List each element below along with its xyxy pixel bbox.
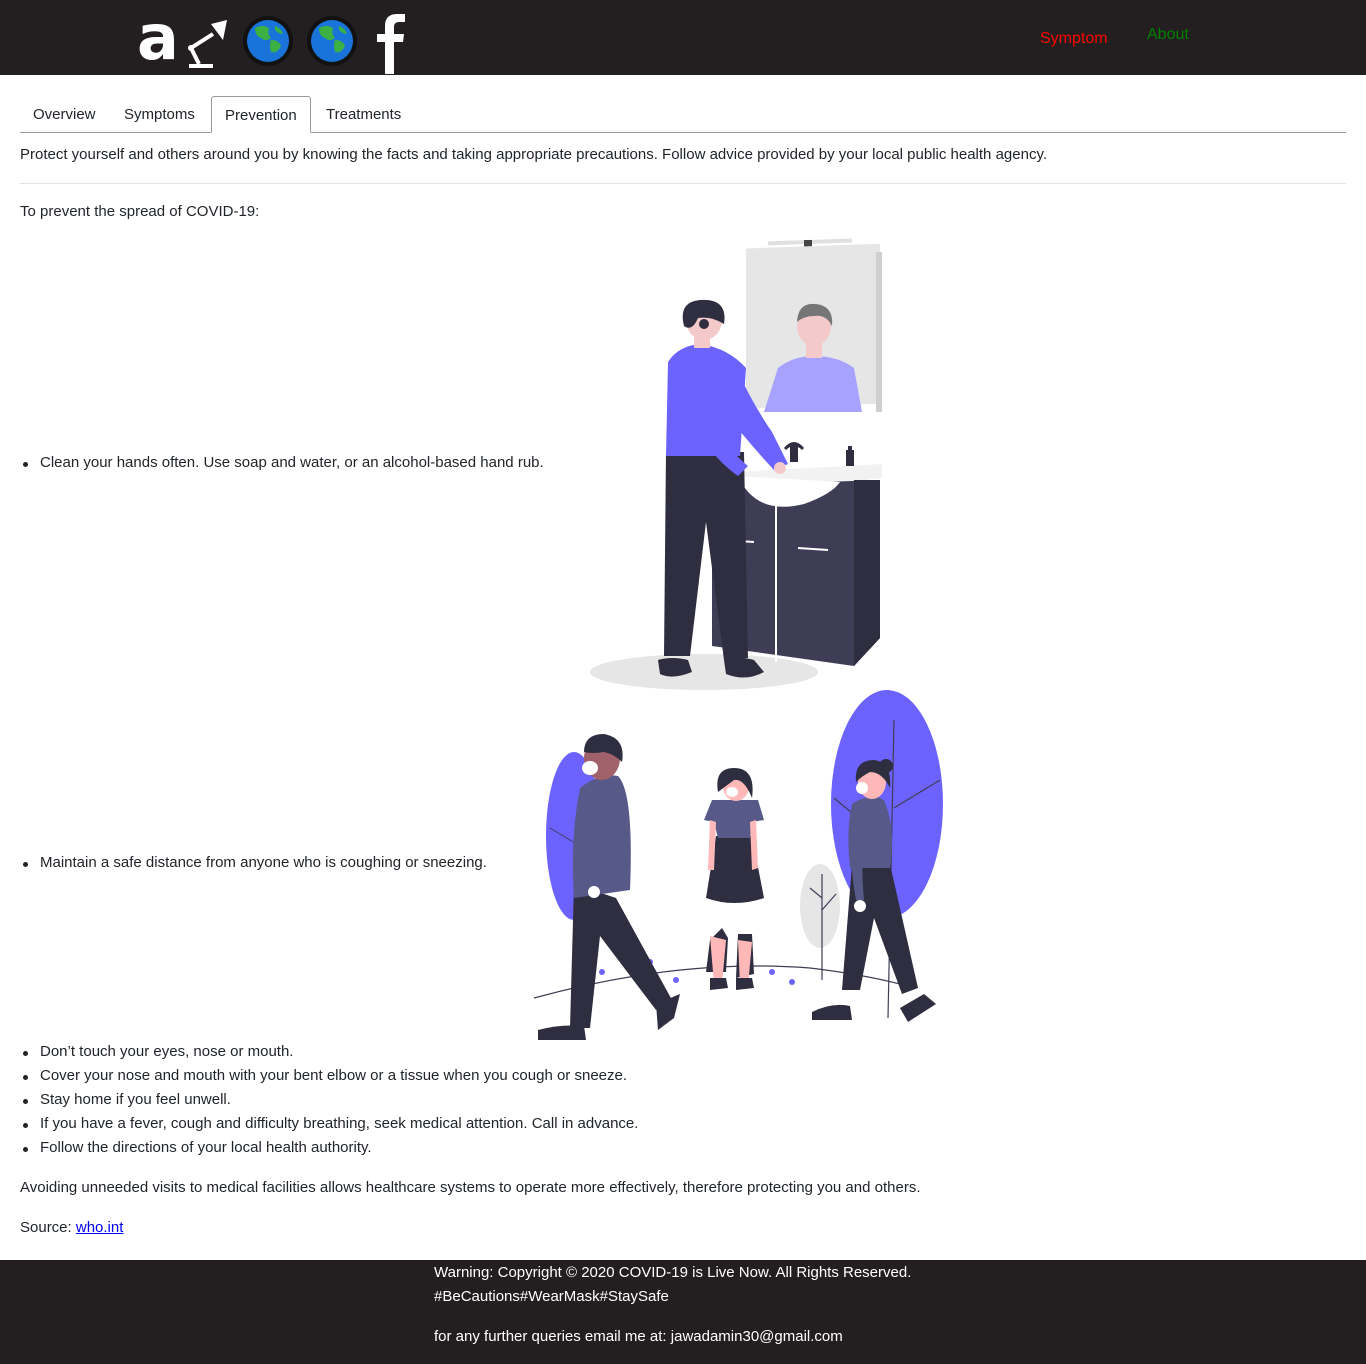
footer-copyright: Warning: Copyright © 2020 COVID-19 is Li… xyxy=(434,1264,912,1281)
nav-link-about[interactable]: About xyxy=(1147,26,1189,44)
list-item: Follow the directions of your local heal… xyxy=(23,1139,372,1156)
footer-contact: for any further queries email me at: jaw… xyxy=(434,1328,843,1345)
nav-link-symptom[interactable]: Symptom xyxy=(1040,30,1108,48)
facebook-icon[interactable] xyxy=(373,12,409,74)
source-link[interactable]: who.int xyxy=(76,1219,124,1236)
list-item: Stay home if you feel unwell. xyxy=(23,1091,231,1108)
closing-text: Avoiding unneeded visits to medical faci… xyxy=(20,1179,921,1196)
tab-overview[interactable]: Overview xyxy=(20,96,109,132)
footer-hashtags: #BeCautions#WearMask#StaySafe xyxy=(434,1288,669,1305)
handwashing-illustration xyxy=(590,238,882,690)
list-item: Maintain a safe distance from anyone who… xyxy=(23,854,487,871)
lead-text: To prevent the spread of COVID-19: xyxy=(20,203,260,220)
tab-symptoms[interactable]: Symptoms xyxy=(111,96,208,132)
list-item: Clean your hands often. Use soap and wat… xyxy=(23,454,544,471)
tab-bar: Overview Symptoms Prevention Treatments xyxy=(20,96,1346,133)
globe-icon[interactable] xyxy=(305,14,359,68)
tab-prevention[interactable]: Prevention xyxy=(211,96,311,133)
source-label: Source: xyxy=(20,1219,72,1236)
intro-text: Protect yourself and others around you b… xyxy=(20,146,1047,163)
top-navbar: a Symptom About xyxy=(0,0,1366,75)
logo[interactable]: a xyxy=(137,7,179,74)
list-item: Don’t touch your eyes, nose or mouth. xyxy=(22,1043,294,1060)
divider xyxy=(20,183,1346,184)
source-line: Source: who.int xyxy=(20,1219,123,1236)
social-distancing-illustration xyxy=(533,690,943,1040)
footer: Warning: Copyright © 2020 COVID-19 is Li… xyxy=(0,1260,1366,1364)
list-item: If you have a fever, cough and difficult… xyxy=(22,1115,639,1132)
tab-treatments[interactable]: Treatments xyxy=(313,96,414,132)
list-item: Cover your nose and mouth with your bent… xyxy=(22,1067,628,1084)
globe-icon[interactable] xyxy=(241,14,295,68)
lamp-icon xyxy=(188,20,227,68)
